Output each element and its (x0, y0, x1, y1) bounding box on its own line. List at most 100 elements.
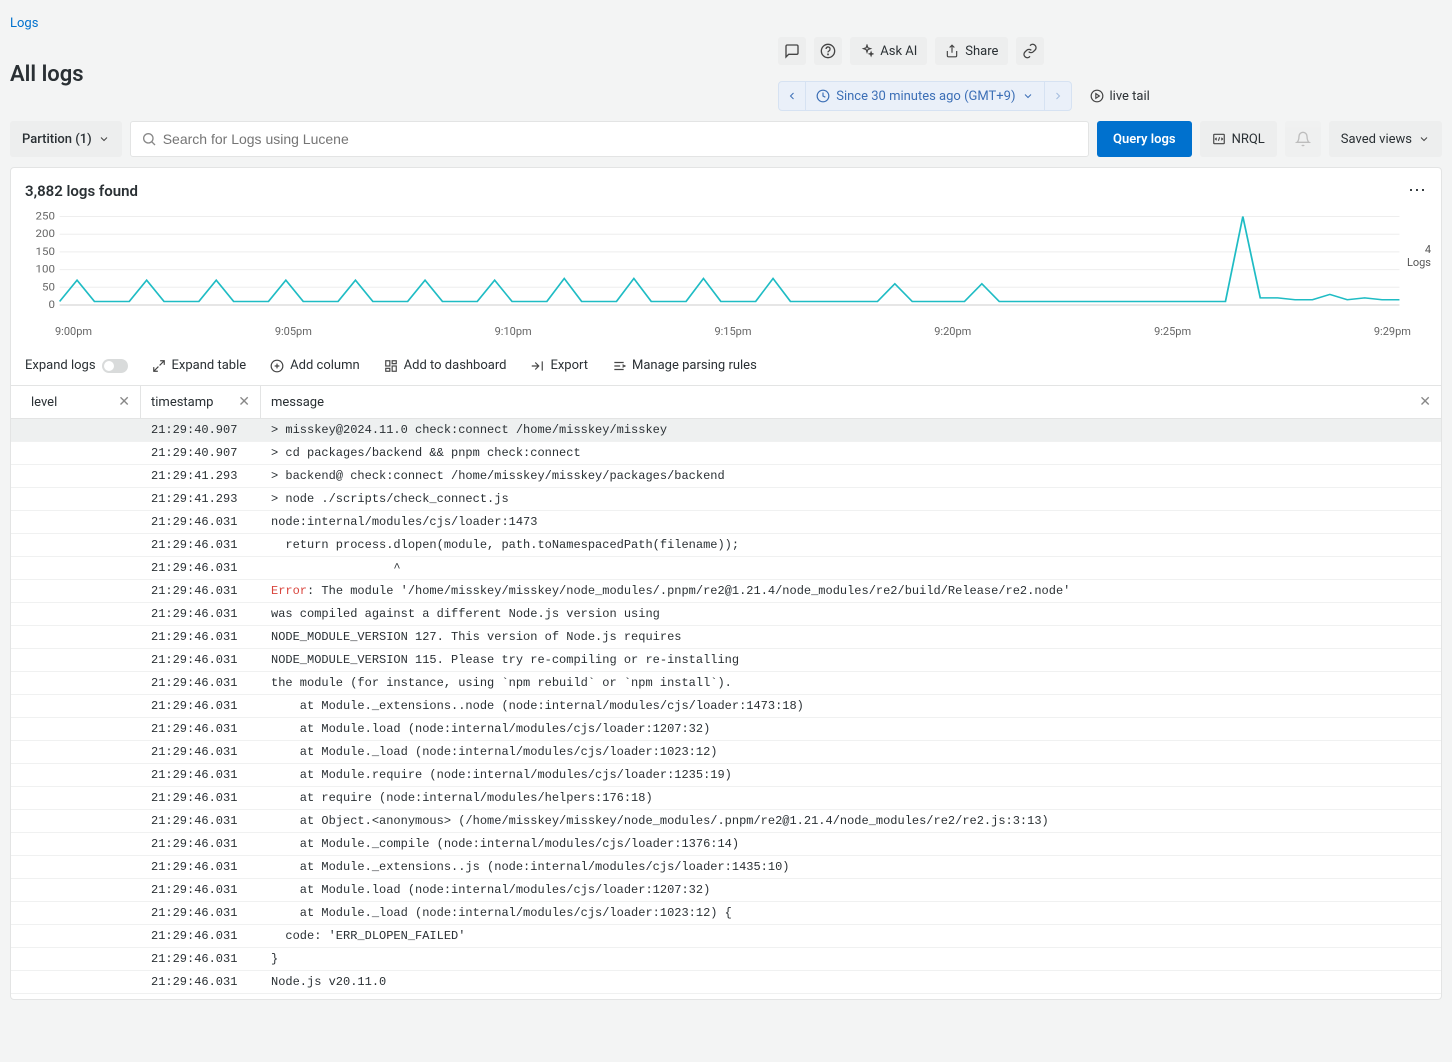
chart-count: 4 (1407, 243, 1431, 256)
ask-ai-label: Ask AI (880, 44, 917, 59)
partition-label: Partition (1) (22, 132, 92, 147)
time-prev-button[interactable] (779, 90, 805, 102)
cell-timestamp: 21:29:46.031 (141, 833, 261, 855)
expand-icon (152, 359, 166, 373)
table-row[interactable]: 21:29:46.511> misskey@2024.11.0 start (11, 994, 1441, 999)
cell-message: } (261, 948, 1441, 970)
parsing-rules-button[interactable]: Manage parsing rules (612, 358, 757, 373)
share-button[interactable]: Share (935, 37, 1008, 65)
table-row[interactable]: 21:29:40.907> cd packages/backend && pnp… (11, 442, 1441, 465)
plus-icon (270, 359, 284, 373)
table-row[interactable]: 21:29:46.031} (11, 948, 1441, 971)
play-icon (1090, 89, 1104, 103)
cell-message: the module (for instance, using `npm reb… (261, 672, 1441, 694)
cell-timestamp: 21:29:46.031 (141, 534, 261, 556)
add-dashboard-button[interactable]: Add to dashboard (384, 358, 507, 373)
log-rows[interactable]: 21:29:40.907> misskey@2024.11.0 check:co… (11, 419, 1441, 999)
live-tail-button[interactable]: live tail (1080, 81, 1160, 111)
table-row[interactable]: 21:29:46.031the module (for instance, us… (11, 672, 1441, 695)
cell-message: NODE_MODULE_VERSION 115. Please try re-c… (261, 649, 1441, 671)
table-row[interactable]: 21:29:46.031 at Module._compile (node:in… (11, 833, 1441, 856)
table-row[interactable]: 21:29:40.907> misskey@2024.11.0 check:co… (11, 419, 1441, 442)
cell-timestamp: 21:29:46.031 (141, 971, 261, 993)
column-message-label: message (271, 395, 324, 410)
copy-link-icon[interactable] (1016, 37, 1044, 65)
saved-views-dropdown[interactable]: Saved views (1329, 121, 1442, 157)
saved-views-label: Saved views (1341, 132, 1412, 147)
cell-level (11, 511, 141, 533)
help-icon[interactable] (814, 37, 842, 65)
expand-logs-toggle[interactable]: Expand logs (25, 358, 128, 373)
chevron-down-icon (1022, 90, 1034, 102)
close-icon[interactable]: ✕ (1419, 394, 1431, 410)
table-row[interactable]: 21:29:46.031 at Module.load (node:intern… (11, 879, 1441, 902)
table-row[interactable]: 21:29:46.031 return process.dlopen(modul… (11, 534, 1441, 557)
table-row[interactable]: 21:29:46.031 at Module._load (node:inter… (11, 741, 1441, 764)
column-level[interactable]: level ✕ (11, 386, 141, 418)
table-row[interactable]: 21:29:46.031Node.js v20.11.0 (11, 971, 1441, 994)
bell-icon[interactable] (1285, 121, 1321, 157)
close-icon[interactable]: ✕ (118, 394, 130, 410)
expand-table-button[interactable]: Expand table (152, 358, 247, 373)
cell-level (11, 649, 141, 671)
table-row[interactable]: 21:29:46.031 ^ (11, 557, 1441, 580)
time-next-button[interactable] (1045, 90, 1071, 102)
export-button[interactable]: Export (530, 358, 588, 373)
table-row[interactable]: 21:29:41.293> node ./scripts/check_conne… (11, 488, 1441, 511)
cell-level (11, 626, 141, 648)
cell-timestamp: 21:29:46.031 (141, 902, 261, 924)
svg-text:200: 200 (36, 228, 55, 240)
cell-level (11, 488, 141, 510)
cell-message: ^ (261, 557, 1441, 579)
add-dashboard-label: Add to dashboard (404, 358, 507, 373)
table-row[interactable]: 21:29:46.031node:internal/modules/cjs/lo… (11, 511, 1441, 534)
ask-ai-button[interactable]: Ask AI (850, 37, 927, 65)
table-row[interactable]: 21:29:46.031NODE_MODULE_VERSION 115. Ple… (11, 649, 1441, 672)
cell-timestamp: 21:29:46.031 (141, 649, 261, 671)
table-row[interactable]: 21:29:46.031Error: The module '/home/mis… (11, 580, 1441, 603)
table-row[interactable]: 21:29:41.293> backend@ check:connect /ho… (11, 465, 1441, 488)
chevron-down-icon (1418, 133, 1430, 145)
more-menu-button[interactable]: ⋯ (1408, 180, 1427, 201)
table-row[interactable]: 21:29:46.031 at Module.load (node:intern… (11, 718, 1441, 741)
breadcrumb-logs-link[interactable]: Logs (10, 16, 38, 31)
expand-table-label: Expand table (172, 358, 247, 373)
comment-icon[interactable] (778, 37, 806, 65)
table-row[interactable]: 21:29:46.031 at require (node:internal/m… (11, 787, 1441, 810)
cell-message: Error: The module '/home/misskey/misskey… (261, 580, 1441, 602)
logs-timeline-chart[interactable]: 050100150200250 4 Logs (11, 205, 1441, 323)
time-range-button[interactable]: Since 30 minutes ago (GMT+9) (805, 82, 1044, 110)
page-title: All logs (10, 62, 84, 87)
table-row[interactable]: 21:29:46.031 at Object.<anonymous> (/hom… (11, 810, 1441, 833)
cell-message: at Object.<anonymous> (/home/misskey/mis… (261, 810, 1441, 832)
cell-timestamp: 21:29:40.907 (141, 442, 261, 464)
cell-timestamp: 21:29:40.907 (141, 419, 261, 441)
table-row[interactable]: 21:29:46.031 at Module._extensions..js (… (11, 856, 1441, 879)
breadcrumb: Logs (10, 16, 1442, 31)
column-timestamp[interactable]: timestamp ✕ (141, 386, 261, 418)
table-row[interactable]: 21:29:46.031 at Module.require (node:int… (11, 764, 1441, 787)
table-row[interactable]: 21:29:46.031 at Module._load (node:inter… (11, 902, 1441, 925)
cell-message: was compiled against a different Node.js… (261, 603, 1441, 625)
partition-dropdown[interactable]: Partition (1) (10, 121, 122, 157)
cell-level (11, 718, 141, 740)
table-row[interactable]: 21:29:46.031was compiled against a diffe… (11, 603, 1441, 626)
cell-level (11, 902, 141, 924)
toggle-icon (102, 359, 128, 373)
cell-level (11, 925, 141, 947)
cell-timestamp: 21:29:46.031 (141, 810, 261, 832)
cell-timestamp: 21:29:41.293 (141, 465, 261, 487)
cell-message: return process.dlopen(module, path.toNam… (261, 534, 1441, 556)
column-message[interactable]: message ✕ (261, 386, 1441, 418)
table-row[interactable]: 21:29:46.031 at Module._extensions..node… (11, 695, 1441, 718)
search-input[interactable] (157, 123, 1078, 155)
table-row[interactable]: 21:29:46.031NODE_MODULE_VERSION 127. Thi… (11, 626, 1441, 649)
cell-timestamp: 21:29:46.031 (141, 511, 261, 533)
table-row[interactable]: 21:29:46.031 code: 'ERR_DLOPEN_FAILED' (11, 925, 1441, 948)
nrql-button[interactable]: NRQL (1200, 121, 1277, 157)
cell-level (11, 764, 141, 786)
cell-timestamp: 21:29:46.031 (141, 948, 261, 970)
add-column-button[interactable]: Add column (270, 358, 360, 373)
query-logs-button[interactable]: Query logs (1097, 121, 1192, 157)
close-icon[interactable]: ✕ (238, 394, 250, 410)
